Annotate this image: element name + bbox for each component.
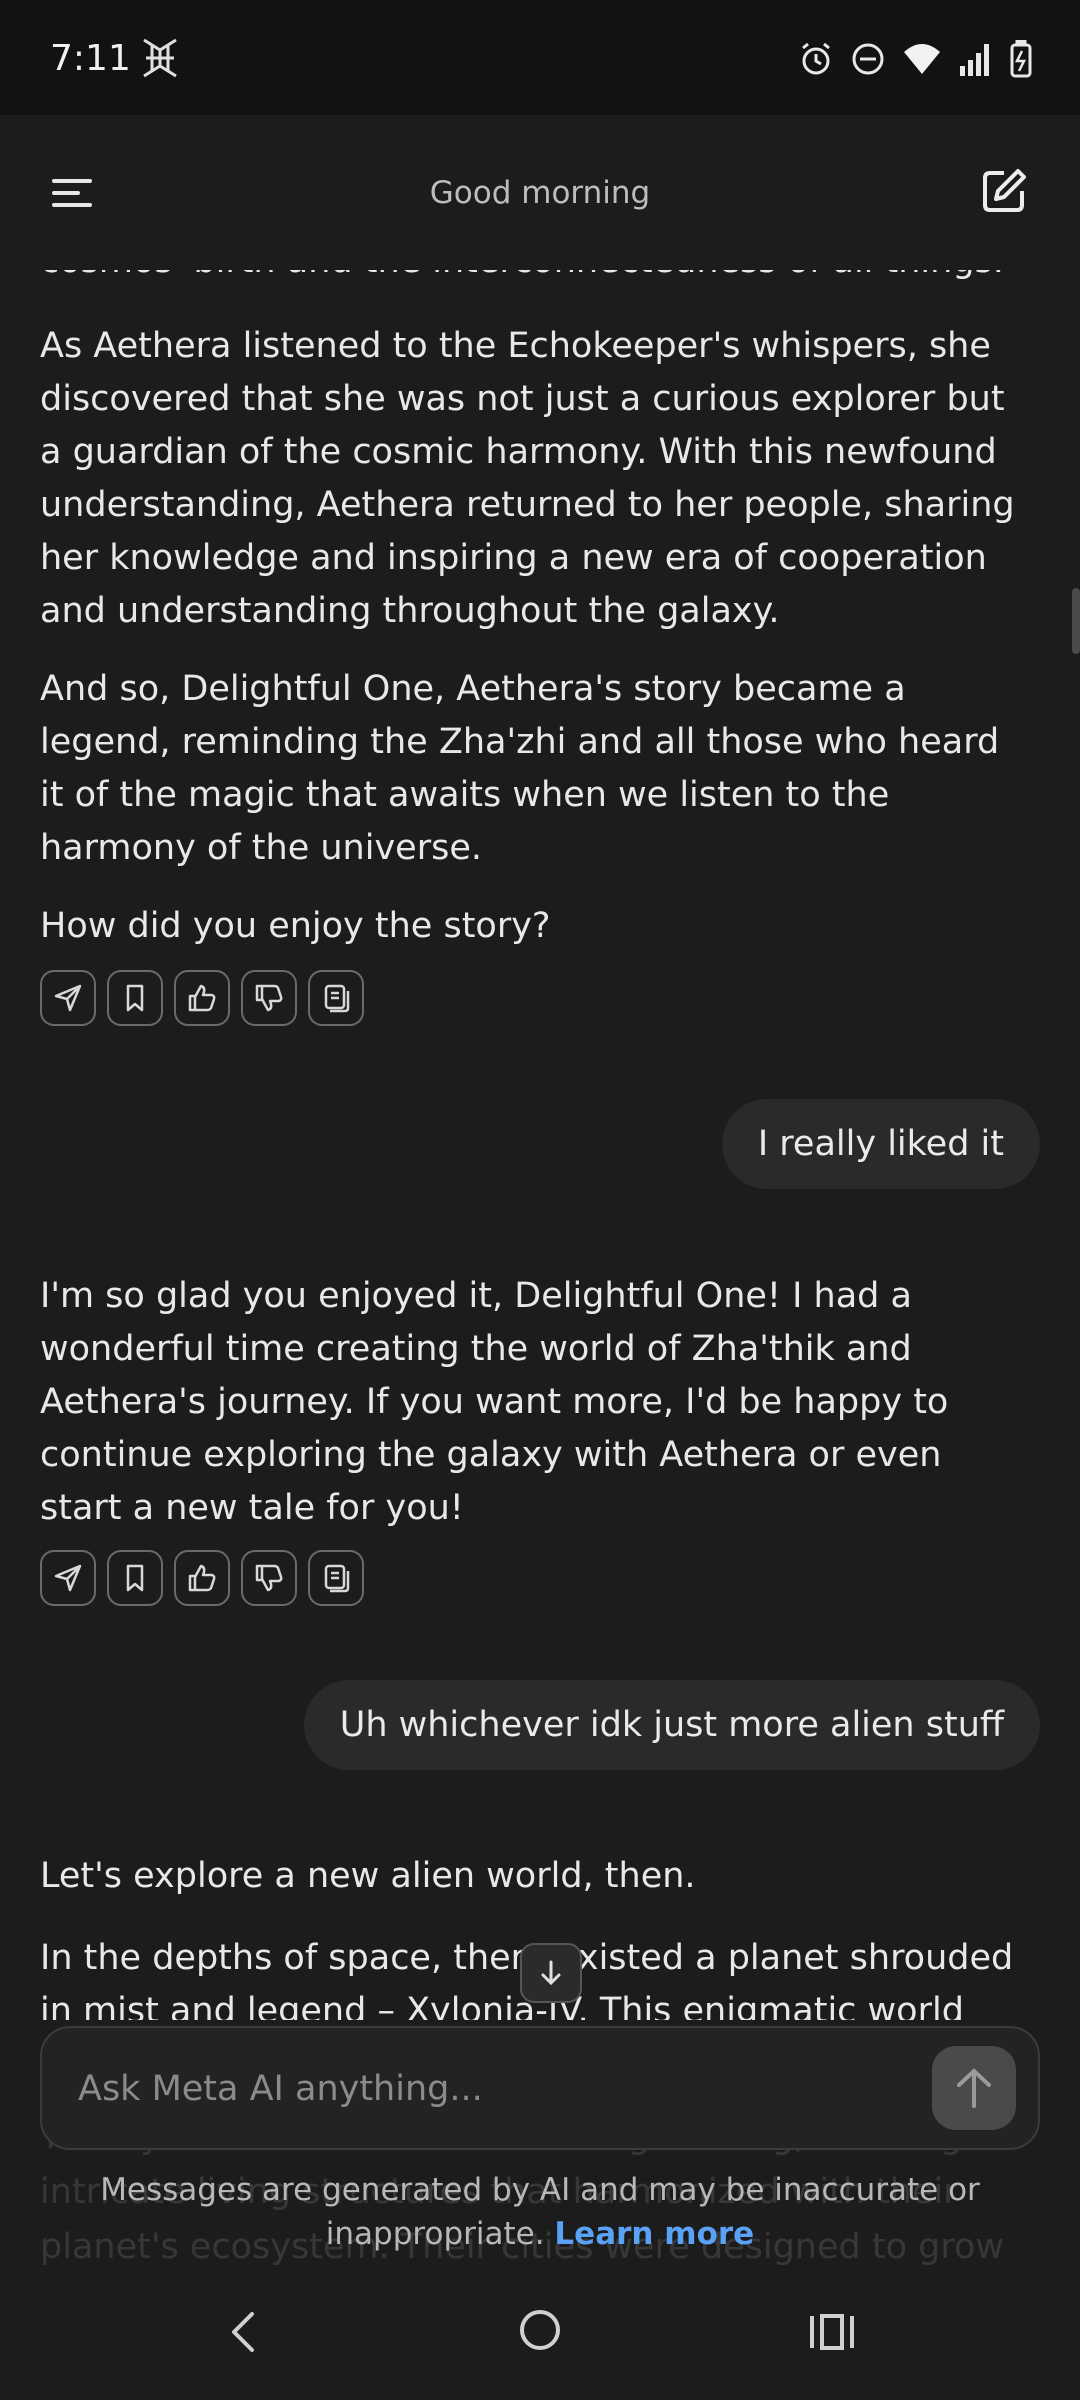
status-icons <box>798 40 1032 78</box>
chat-input[interactable] <box>76 2058 900 2120</box>
share-button[interactable] <box>40 1550 96 1606</box>
ai-message-text: How did you enjoy the story? <box>40 906 551 946</box>
thumbs-up-icon <box>188 1564 216 1592</box>
cell-signal-icon <box>958 42 994 76</box>
status-time: 7:11 <box>50 38 131 79</box>
recents-icon <box>810 2314 854 2350</box>
alarm-icon <box>798 41 834 77</box>
thumbs-down-icon <box>255 984 283 1012</box>
copy-button[interactable] <box>308 1550 364 1606</box>
disclaimer-text: Messages are generated by AI and may be … <box>100 2172 980 2252</box>
send-button[interactable] <box>932 2046 1016 2130</box>
bookmark-button[interactable] <box>107 1550 163 1606</box>
system-nav-bar <box>0 2270 1080 2400</box>
thumbs-down-button[interactable] <box>241 970 297 1026</box>
bookmark-button[interactable] <box>107 970 163 1026</box>
share-icon <box>54 1564 82 1592</box>
scroll-to-bottom-button[interactable] <box>520 1943 582 2003</box>
thumbs-up-button[interactable] <box>174 970 230 1026</box>
thumbs-down-icon <box>255 1564 283 1592</box>
thumbs-down-button[interactable] <box>241 1550 297 1606</box>
user-message-bubble: I really liked it <box>721 1099 1040 1189</box>
share-button[interactable] <box>40 970 96 1026</box>
page-title: Good morning <box>429 175 651 211</box>
home-icon <box>520 2310 560 2350</box>
message-actions <box>40 970 364 1026</box>
message-actions <box>40 1550 364 1606</box>
ai-message-text: cosmos' birth and the interconnectedness… <box>40 270 1030 288</box>
ai-message-text: And so, Delightful One, Aethera's story … <box>40 669 1000 868</box>
send-arrow-icon <box>957 2068 991 2108</box>
copy-icon <box>324 1564 350 1593</box>
back-icon <box>232 2312 254 2352</box>
ai-message-text: I'm so glad you enjoyed it, Delightful O… <box>40 1276 949 1528</box>
recents-button[interactable] <box>808 2310 856 2358</box>
new-chat-button[interactable] <box>980 167 1028 215</box>
learn-more-link[interactable]: Learn more <box>554 2216 754 2252</box>
ai-message-text: Let's explore a new alien world, then. <box>40 1856 696 1896</box>
share-icon <box>54 984 82 1012</box>
new-chat-icon <box>983 169 1026 212</box>
copy-button[interactable] <box>308 970 364 1026</box>
arrow-down-icon <box>541 1960 561 1986</box>
copy-icon <box>324 984 350 1013</box>
status-bar: 7:11 <box>0 0 1080 115</box>
app-header: Good morning <box>0 115 1080 270</box>
home-button[interactable] <box>516 2306 564 2358</box>
ai-disclaimer: Messages are generated by AI and may be … <box>90 2168 990 2256</box>
ai-message-text: As Aethera listened to the Echokeeper's … <box>40 326 1015 631</box>
thumbs-up-icon <box>188 984 216 1012</box>
back-button[interactable] <box>228 2310 258 2358</box>
composer <box>40 2026 1040 2150</box>
thumbs-up-button[interactable] <box>174 1550 230 1606</box>
scrollbar[interactable] <box>1072 588 1080 654</box>
do-not-disturb-icon <box>850 41 886 77</box>
user-message-bubble: Uh whichever idk just more alien stuff <box>303 1680 1040 1770</box>
battery-charging-icon <box>1010 40 1032 78</box>
bookmark-icon <box>126 1564 144 1592</box>
app-notification-icon <box>140 36 180 84</box>
wifi-icon <box>902 42 942 76</box>
bookmark-icon <box>126 984 144 1012</box>
chat-thread[interactable]: cosmos' birth and the interconnectedness… <box>0 270 1080 2020</box>
